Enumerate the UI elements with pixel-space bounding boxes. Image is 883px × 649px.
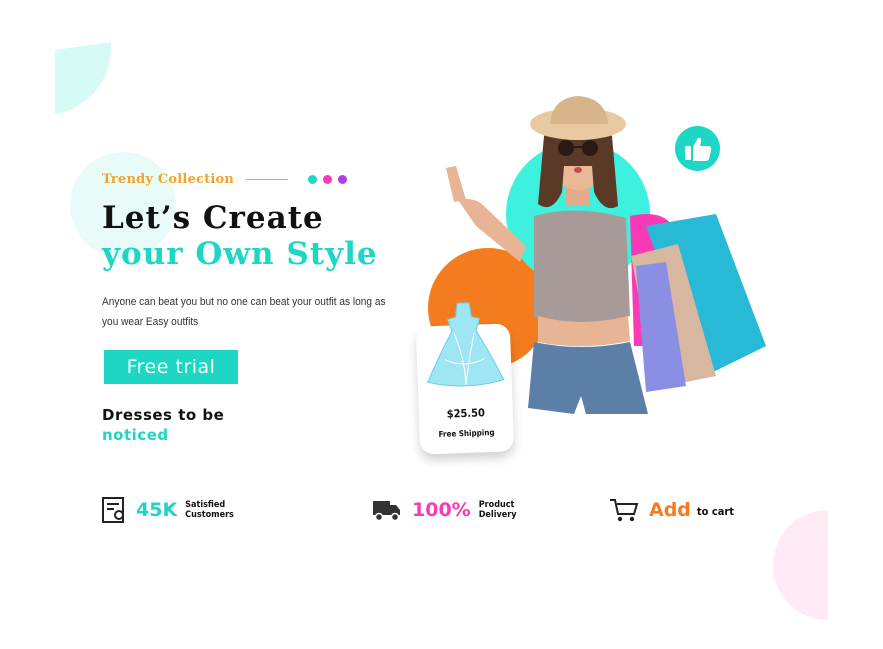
subheading-line-2: noticed (102, 426, 169, 444)
subheading-line-1: Dresses to be (102, 406, 225, 424)
eyebrow-text: Trendy Collection (102, 172, 235, 187)
delivery-label-line-2: Delivery (478, 510, 517, 520)
eyebrow-divider (246, 178, 289, 181)
delivery-label-line-1: Product (478, 500, 515, 510)
headline-line-2: your Own Style (102, 236, 378, 272)
to-cart-label: to cart (696, 505, 735, 518)
feature-customers: 45K Satisfied Customers (102, 494, 234, 526)
product-card[interactable]: $25.50 Free Shipping (415, 302, 515, 455)
certificate-icon (102, 497, 124, 523)
model-lips (574, 167, 582, 173)
hero-description: Anyone can beat you but no one can beat … (102, 296, 386, 328)
customers-label-line-2: Customers (185, 510, 234, 520)
add-to-cart[interactable]: Add to cart (609, 494, 734, 526)
product-price: $25.50 (446, 406, 486, 421)
customers-count: 45K (136, 499, 178, 521)
dot-magenta (323, 175, 333, 184)
sunglasses-right-lens (582, 140, 598, 156)
model-fingers (446, 166, 466, 202)
delivery-label: Product Delivery (479, 500, 517, 520)
dress-icon (427, 302, 505, 387)
free-trial-button[interactable]: Free trial (104, 350, 238, 384)
customers-label-line-1: Satisfied (185, 500, 226, 510)
cart-icon (610, 499, 639, 522)
dot-teal (308, 175, 318, 184)
customers-label: Satisfied Customers (185, 500, 234, 520)
decorative-shape-top-left (55, 42, 111, 114)
sunglasses-left-lens (558, 140, 574, 156)
model-top (534, 210, 630, 323)
feature-delivery: 100% Product Delivery (372, 494, 517, 526)
delivery-percent: 100% (412, 499, 471, 521)
add-label: Add (649, 499, 691, 521)
dot-purple (338, 175, 348, 184)
product-shipping: Free Shipping (438, 427, 495, 439)
thumbs-up-icon (684, 137, 711, 161)
model-shorts (528, 342, 648, 414)
truck-icon (373, 501, 400, 522)
decorative-shape-bottom-right (773, 510, 828, 620)
model-hat-crown (550, 96, 608, 124)
eyebrow: Trendy Collection (102, 172, 348, 187)
sunglasses-bridge (574, 146, 582, 148)
dots-indicator (308, 175, 348, 184)
thumbs-up-badge[interactable] (675, 126, 720, 171)
headline-line-1: Let’s Create (102, 200, 324, 236)
